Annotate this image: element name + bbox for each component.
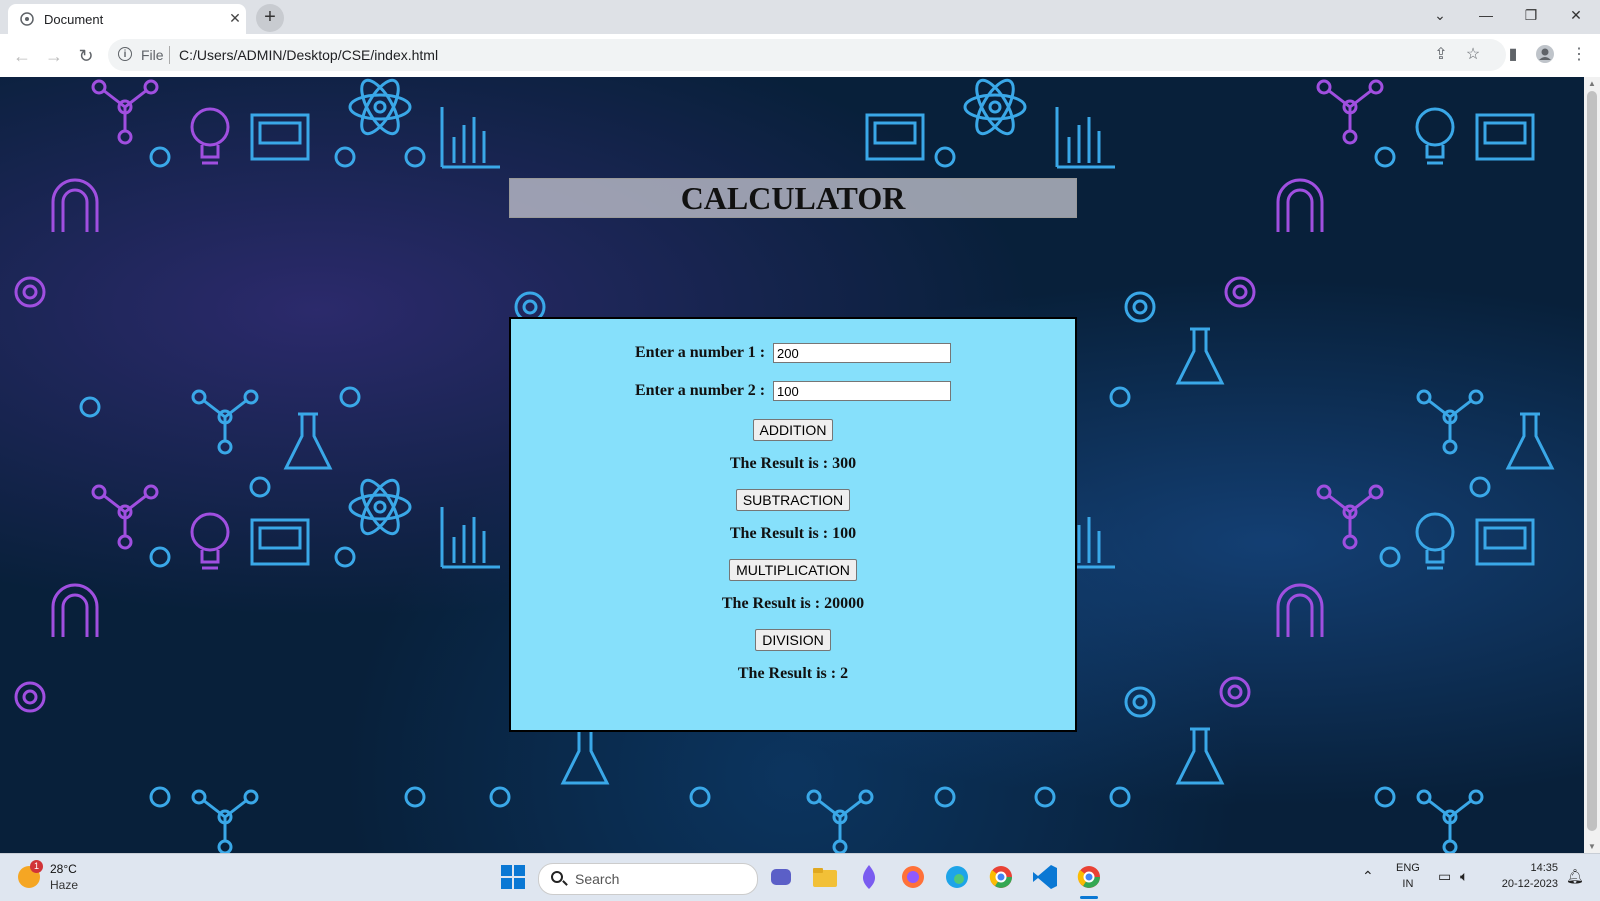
- active-app-indicator: [1080, 896, 1098, 899]
- address-separator: [169, 46, 170, 64]
- minimize-icon[interactable]: —: [1464, 0, 1508, 30]
- number-1-label: Enter a number 1 :: [634, 343, 766, 361]
- tab-search-chevron-icon[interactable]: ⌄: [1418, 0, 1462, 30]
- multiplication-button[interactable]: MULTIPLICATION: [729, 559, 857, 581]
- edge-icon[interactable]: [942, 862, 972, 892]
- search-placeholder: Search: [575, 871, 620, 887]
- region-code: IN: [1402, 878, 1414, 890]
- chrome-canary-icon[interactable]: [986, 862, 1016, 892]
- multiplication-result: The Result is : 20000: [721, 595, 865, 612]
- page-title: CALCULATOR: [680, 180, 906, 216]
- new-tab-button[interactable]: +: [256, 4, 284, 32]
- weather-temperature: 28°C: [50, 862, 77, 876]
- division-row: DIVISION: [511, 629, 1075, 651]
- weather-condition: Haze: [50, 878, 79, 892]
- tab-close-icon[interactable]: ✕: [226, 9, 244, 27]
- network-icon[interactable]: ▭: [1438, 868, 1451, 885]
- file-label: File: [141, 47, 164, 63]
- addition-result: The Result is : 300: [729, 455, 857, 472]
- number-2-input[interactable]: [773, 381, 952, 401]
- bookmark-star-icon[interactable]: ☆: [1462, 44, 1484, 66]
- division-result: The Result is : 2: [737, 665, 849, 682]
- firefox-icon[interactable]: [898, 862, 928, 892]
- menu-kebab-icon[interactable]: ⋮: [1568, 44, 1590, 66]
- browser-titlebar: Document ✕ + ⌄ — ❐ ✕: [0, 0, 1600, 34]
- address-bar[interactable]: i File C:/Users/ADMIN/Desktop/CSE/index.…: [108, 39, 1506, 71]
- notification-bell-icon[interactable]: 🔔︎: [1566, 868, 1584, 885]
- flame-app-icon[interactable]: [854, 862, 884, 892]
- subtraction-result: The Result is : 100: [729, 525, 857, 542]
- chrome-icon[interactable]: [1074, 862, 1104, 892]
- number-2-row: Enter a number 2 :: [511, 381, 1075, 401]
- addition-button[interactable]: ADDITION: [752, 419, 834, 441]
- language-indicator[interactable]: ENG IN: [1396, 860, 1420, 892]
- file-explorer-icon[interactable]: [810, 862, 840, 892]
- division-button[interactable]: DIVISION: [755, 629, 831, 651]
- tab-title: Document: [44, 12, 104, 27]
- multiplication-row: MULTIPLICATION: [511, 559, 1075, 581]
- windows-start-icon[interactable]: [498, 862, 528, 892]
- tray-chevron-icon[interactable]: ⌃: [1362, 868, 1374, 885]
- subtraction-row: SUBTRACTION: [511, 489, 1075, 511]
- taskbar-search[interactable]: Search: [538, 863, 758, 895]
- forward-arrow-icon[interactable]: →: [42, 44, 66, 68]
- restore-icon[interactable]: ❐: [1509, 0, 1553, 30]
- vertical-scrollbar[interactable]: ▲ ▼: [1584, 77, 1600, 853]
- url-text[interactable]: C:/Users/ADMIN/Desktop/CSE/index.html: [179, 47, 438, 63]
- system-clock[interactable]: 14:35 20-12-2023: [1494, 860, 1558, 892]
- browser-toolbar: ← → ↻ i File C:/Users/ADMIN/Desktop/CSE/…: [0, 34, 1600, 78]
- share-icon[interactable]: ⇪: [1430, 44, 1452, 66]
- teams-chat-icon[interactable]: [766, 862, 796, 892]
- windows-taskbar: 1 28°C Haze Search ⌃ ENG IN ▭ 🔈︎ 14:35 2…: [0, 853, 1600, 901]
- notification-badge: 1: [30, 860, 43, 873]
- volume-icon[interactable]: 🔈︎: [1460, 868, 1468, 885]
- search-icon: [551, 871, 563, 883]
- reload-icon[interactable]: ↻: [74, 44, 98, 68]
- browser-tab[interactable]: Document ✕: [8, 4, 246, 34]
- language-code: ENG: [1396, 862, 1420, 874]
- scroll-up-icon[interactable]: ▲: [1588, 79, 1596, 88]
- scroll-down-icon[interactable]: ▼: [1588, 842, 1596, 851]
- number-1-input[interactable]: [773, 343, 952, 363]
- clock-time: 14:35: [1530, 862, 1558, 874]
- profile-avatar-icon[interactable]: [1534, 44, 1556, 66]
- globe-icon: [20, 12, 34, 26]
- calculator-header: CALCULATOR: [509, 178, 1077, 218]
- number-1-row: Enter a number 1 :: [511, 343, 1075, 363]
- addition-row: ADDITION: [511, 419, 1075, 441]
- number-2-label: Enter a number 2 :: [634, 381, 766, 399]
- clock-date: 20-12-2023: [1501, 878, 1558, 890]
- back-arrow-icon[interactable]: ←: [10, 44, 34, 68]
- window-close-icon[interactable]: ✕: [1554, 0, 1598, 30]
- side-panel-icon[interactable]: ▮: [1502, 44, 1524, 66]
- subtraction-button[interactable]: SUBTRACTION: [735, 489, 851, 511]
- page-viewport: CALCULATOR Enter a number 1 : Enter a nu…: [0, 77, 1584, 853]
- scrollbar-thumb[interactable]: [1587, 91, 1597, 831]
- vscode-icon[interactable]: [1030, 862, 1060, 892]
- calculator-panel: Enter a number 1 : Enter a number 2 : AD…: [509, 317, 1077, 732]
- info-icon[interactable]: i: [118, 47, 132, 61]
